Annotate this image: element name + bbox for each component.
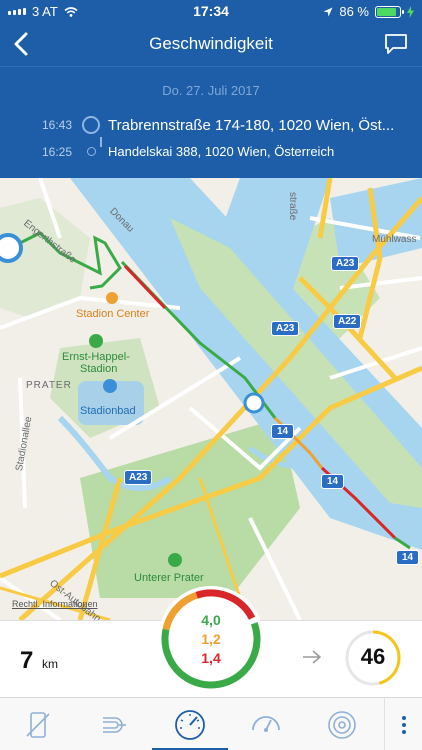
poi-label: Stadionbad [80, 405, 136, 417]
poi-label: Ernst-Happel- [62, 351, 130, 363]
status-bar: 3 AT 17:34 86 % [0, 0, 422, 22]
trip-start-row[interactable]: 16:25 Handelskai 388, 1020 Wien, Österre… [0, 144, 422, 159]
highway-shield: A23 [124, 470, 153, 485]
route-map[interactable]: A23 A23 A22 A23 14 14 14 Engerthstraße D… [0, 178, 422, 620]
tab-phone-usage[interactable] [0, 698, 76, 750]
tab-bar [0, 697, 422, 750]
arrow-right-icon [303, 650, 322, 664]
poi-label: Stadion [80, 363, 118, 375]
map-canvas [0, 178, 422, 620]
more-dot-icon [401, 729, 406, 734]
battery-percent: 86 % [339, 4, 369, 19]
magnet-icon [103, 716, 126, 733]
tab-speed[interactable] [152, 698, 228, 750]
phone-crossed-icon [26, 711, 50, 738]
more-dot-icon [401, 715, 406, 720]
legal-link[interactable]: Rechtl. Informationen [12, 599, 98, 609]
trip-end-row[interactable]: 16:43 Trabrennstraße 174-180, 1020 Wien,… [0, 116, 422, 134]
area-label: Mühlwass [372, 234, 417, 245]
gauge-green-value: 4,0 [201, 612, 221, 628]
more-button[interactable] [384, 698, 422, 750]
gauge-orange-value: 1,2 [201, 631, 221, 647]
chat-icon[interactable] [384, 32, 408, 56]
navigation-bar: Geschwindigkeit [0, 24, 422, 64]
brake-disc-icon [328, 710, 356, 739]
start-marker-icon [86, 147, 96, 156]
header-area: 3 AT 17:34 86 % Geschwindigkeit Do. 27. … [0, 0, 422, 178]
route-shield: 14 [396, 550, 420, 565]
district-label: PRATER [26, 380, 72, 391]
rpm-gauge-icon [252, 715, 280, 732]
speedometer-icon [175, 709, 205, 740]
tab-braking[interactable] [304, 698, 380, 750]
rating-gauge[interactable]: 4,0 1,2 1,4 [158, 586, 264, 692]
poi-label: Stadion Center [76, 308, 150, 320]
gauge-red-value: 1,4 [201, 650, 221, 666]
trip-end-address: Trabrennstraße 174-180, 1020 Wien, Öst..… [108, 116, 395, 134]
trip-date: Do. 27. Juli 2017 [162, 83, 260, 98]
trip-end-time: 16:43 [41, 118, 72, 132]
route-shield: 14 [271, 424, 295, 439]
highway-shield: A23 [331, 256, 360, 271]
more-dot-icon [401, 722, 406, 727]
speed-value: 46 [360, 644, 386, 669]
highway-shield: A23 [271, 321, 300, 336]
poi-label: Unterer Prater [134, 572, 204, 584]
route-shield: 14 [321, 474, 345, 489]
tab-rpm[interactable] [228, 698, 304, 750]
tab-cornering[interactable] [76, 698, 152, 750]
distance-value: 7 [20, 647, 34, 674]
charging-icon [407, 5, 414, 18]
battery-icon [375, 5, 404, 18]
location-arrow-icon [323, 7, 333, 16]
end-marker-icon [82, 116, 100, 134]
page-title: Geschwindigkeit [149, 34, 273, 53]
divider [0, 66, 422, 67]
trip-start-address: Handelskai 388, 1020 Wien, Österreich [108, 144, 335, 159]
trip-start-time: 16:25 [41, 144, 72, 159]
street-label: straße [287, 192, 298, 221]
distance-unit: km [42, 657, 58, 671]
highway-shield: A22 [333, 314, 362, 329]
